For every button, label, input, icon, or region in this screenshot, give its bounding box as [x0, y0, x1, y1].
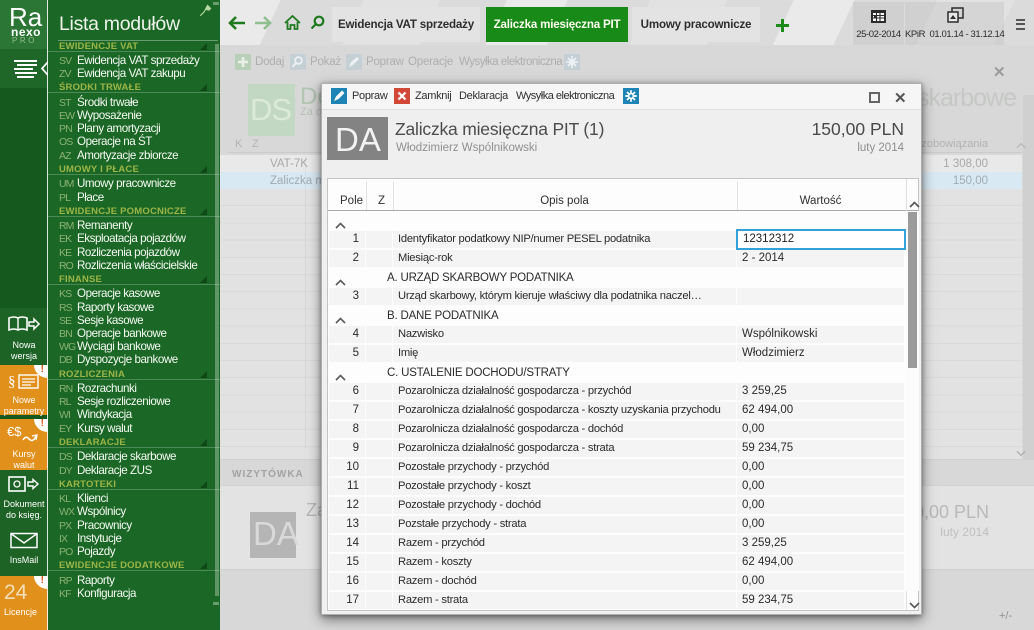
svg-text:€$: €$ [7, 424, 22, 439]
svg-text:§: § [8, 374, 16, 390]
